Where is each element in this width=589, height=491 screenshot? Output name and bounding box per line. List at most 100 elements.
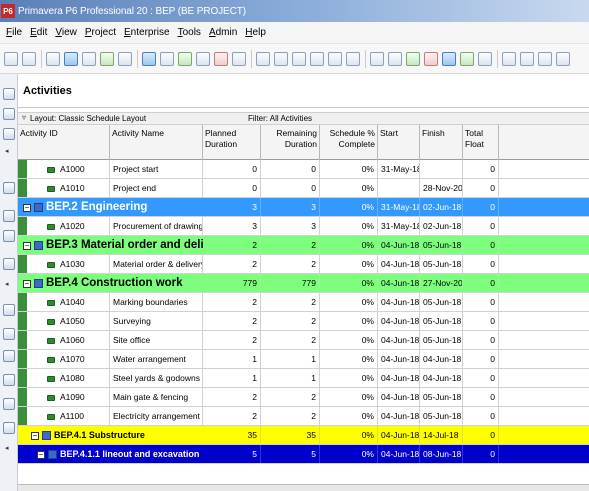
activity-usage-icon[interactable] — [118, 51, 132, 66]
wbs-row[interactable]: − BEP.4.1.1 lineout and excavation 5 5 0% 04-… — [18, 445, 589, 464]
expand-icon[interactable] — [328, 51, 342, 66]
planned-cell[interactable]: 3 — [203, 217, 261, 235]
tracking-icon[interactable] — [3, 230, 15, 242]
wbs-row[interactable]: −BEP.3 Material order and delivery220%04… — [18, 236, 589, 255]
float-cell[interactable]: 0 — [463, 255, 499, 273]
activity-row[interactable]: A1090 Main gate & fencing 2 2 0% 04-Jun-18 05-… — [18, 388, 589, 407]
col-remaining-duration[interactable]: Remaining Duration — [261, 125, 320, 160]
float-cell[interactable]: 0 — [463, 160, 499, 178]
remaining-cell[interactable]: 779 — [261, 274, 320, 292]
name-cell[interactable]: Project start — [110, 160, 203, 178]
start-cell[interactable]: 04-Jun-18 — [378, 255, 420, 273]
menu-help[interactable]: Help — [245, 27, 266, 38]
activity-row[interactable]: A1050 Surveying 2 2 0% 04-Jun-18 05-Jun-18 0 — [18, 312, 589, 331]
zoom-fit-icon[interactable] — [538, 51, 552, 66]
finish-cell[interactable]: 08-Jun-18 — [420, 445, 463, 463]
layout-bar[interactable]: ▿ Layout: Classic Schedule Layout Filter… — [18, 112, 589, 125]
zoom-out-icon[interactable] — [520, 51, 534, 66]
remaining-cell[interactable]: 3 — [261, 217, 320, 235]
planned-cell[interactable]: 35 — [203, 426, 261, 444]
activity-id-cell[interactable]: A1010 — [18, 179, 110, 197]
remaining-cell[interactable]: 35 — [261, 426, 320, 444]
finish-cell[interactable]: 02-Jun-18 — [420, 198, 463, 216]
planned-cell[interactable]: 1 — [203, 350, 261, 368]
remaining-cell[interactable]: 2 — [261, 293, 320, 311]
trace-logic-icon[interactable] — [160, 51, 174, 66]
level-icon[interactable] — [388, 51, 402, 66]
col-total-float[interactable]: Total Float — [463, 125, 499, 160]
float-cell[interactable]: 0 — [463, 236, 499, 254]
start-cell[interactable]: 04-Jun-18* — [378, 293, 420, 311]
pct-cell[interactable]: 0% — [320, 388, 378, 406]
risks-icon[interactable] — [3, 422, 15, 434]
float-cell[interactable]: 0 — [463, 407, 499, 425]
remaining-cell[interactable]: 2 — [261, 255, 320, 273]
resources-icon[interactable] — [3, 182, 15, 194]
activities-icon[interactable] — [3, 328, 15, 340]
remaining-cell[interactable]: 0 — [261, 160, 320, 178]
pct-cell[interactable]: 0% — [320, 445, 378, 463]
wbs-row[interactable]: − BEP.2 Engineering 3 3 0% 31-May-18 02-Jun-18… — [18, 198, 589, 217]
name-cell[interactable]: Water arrangement — [110, 350, 203, 368]
menu-file[interactable]: File — [6, 27, 22, 38]
planned-cell[interactable]: 2 — [203, 407, 261, 425]
collapse-toggle-icon[interactable]: − — [23, 241, 31, 250]
collapse-toggle-icon[interactable]: − — [37, 450, 45, 459]
pct-cell[interactable]: 0% — [320, 312, 378, 330]
pct-cell[interactable]: 0% — [320, 160, 378, 178]
projects-icon[interactable] — [3, 88, 15, 100]
activity-id-cell[interactable]: A1070 — [18, 350, 110, 368]
numbering-icon[interactable] — [346, 51, 360, 66]
name-cell[interactable]: Marking boundaries — [110, 293, 203, 311]
planned-cell[interactable]: 2 — [203, 236, 261, 254]
pct-cell[interactable]: 0% — [320, 331, 378, 349]
risks-icon[interactable] — [214, 51, 228, 66]
activity-row[interactable]: A1060 Site office 2 2 0% 04-Jun-18 05-Jun-18 0 — [18, 331, 589, 350]
layout-label[interactable]: Layout: Classic Schedule Layout — [30, 114, 146, 123]
timescale-icon[interactable] — [556, 51, 570, 66]
activity-id-cell[interactable]: A1080 — [18, 369, 110, 387]
bars-icon[interactable] — [274, 51, 288, 66]
col-start[interactable]: Start — [378, 125, 420, 160]
float-cell[interactable]: 0 — [463, 331, 499, 349]
start-cell[interactable]: 31-May-18* — [378, 160, 420, 178]
name-cell[interactable]: Material order & delivery — [110, 255, 203, 273]
menu-view[interactable]: View — [55, 27, 77, 38]
activity-row[interactable]: A1100 Electricity arrangement 2 2 0% 04-Jun-1… — [18, 407, 589, 426]
start-cell[interactable]: 04-Jun-18 — [378, 369, 420, 387]
remaining-cell[interactable]: 5 — [261, 445, 320, 463]
float-cell[interactable]: 0 — [463, 179, 499, 197]
wbs-name-cell[interactable]: − BEP.4 Construction work — [18, 274, 203, 292]
wbs-view-icon[interactable] — [3, 304, 15, 316]
pct-cell[interactable]: 0% — [320, 426, 378, 444]
layout-options-icon[interactable] — [256, 51, 270, 66]
remaining-cell[interactable]: 3 — [261, 198, 320, 216]
schedule-icon[interactable] — [370, 51, 384, 66]
start-cell[interactable]: 04-Jun-18 A — [378, 426, 420, 444]
pct-cell[interactable]: 0% — [320, 236, 378, 254]
start-cell[interactable]: 04-Jun-18 — [378, 388, 420, 406]
resources-icon[interactable] — [178, 51, 192, 66]
menu-admin[interactable]: Admin — [209, 27, 237, 38]
planned-cell[interactable]: 2 — [203, 331, 261, 349]
wbs-row[interactable]: − BEP.4 Construction work 779 779 0% 04-Jun-1… — [18, 274, 589, 293]
float-cell[interactable]: 0 — [463, 198, 499, 216]
activity-id-cell[interactable]: A1060 — [18, 331, 110, 349]
remaining-cell[interactable]: 2 — [261, 312, 320, 330]
menu-enterprise[interactable]: Enterprise — [124, 27, 170, 38]
start-cell[interactable] — [378, 179, 420, 197]
finish-cell[interactable]: 05-Jun-18 — [420, 388, 463, 406]
float-cell[interactable]: 0 — [463, 293, 499, 311]
planned-cell[interactable]: 779 — [203, 274, 261, 292]
planned-cell[interactable]: 1 — [203, 369, 261, 387]
start-cell[interactable]: 04-Jun-18 — [378, 312, 420, 330]
filter-icon[interactable] — [310, 51, 324, 66]
start-cell[interactable]: 04-Jun-18 — [378, 350, 420, 368]
name-cell[interactable]: Electricity arrangement — [110, 407, 203, 425]
name-cell[interactable]: Surveying — [110, 312, 203, 330]
finish-cell[interactable]: 27-Nov-20 — [420, 274, 463, 292]
start-cell[interactable]: 31-May-18 — [378, 217, 420, 235]
finish-cell[interactable]: 05-Jun-18 — [420, 331, 463, 349]
finish-cell[interactable]: 28-Nov-20* — [420, 179, 463, 197]
float-cell[interactable]: 0 — [463, 445, 499, 463]
